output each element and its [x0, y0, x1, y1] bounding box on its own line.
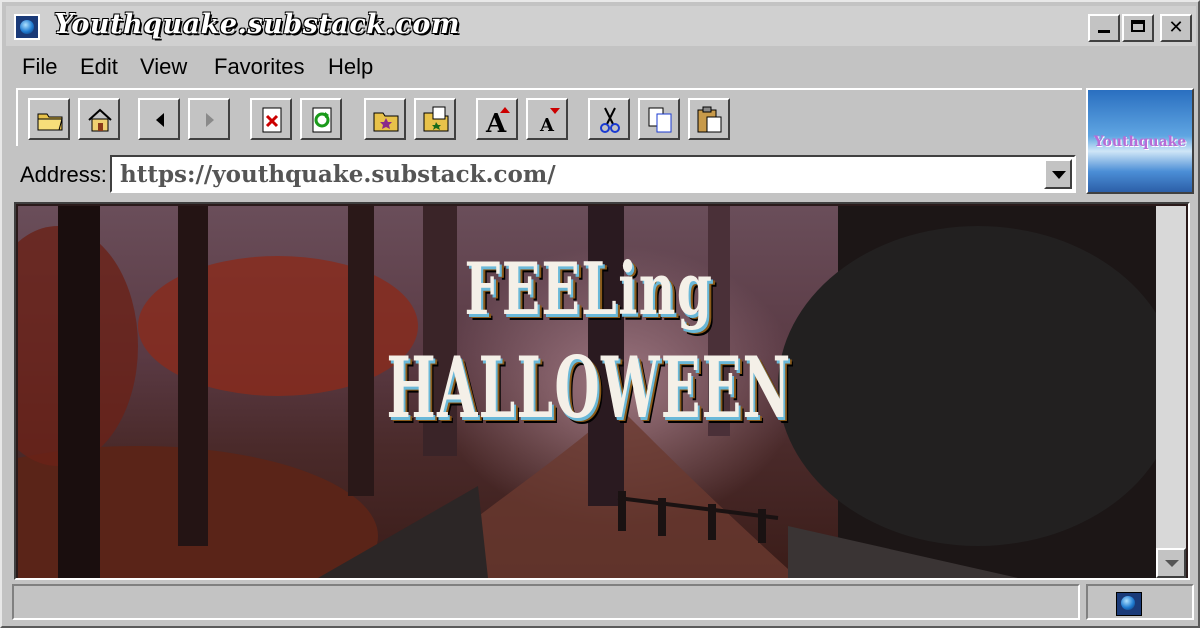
address-field[interactable]: https://youthquake.substack.com/ [110, 155, 1076, 193]
vertical-scrollbar[interactable] [1156, 206, 1186, 578]
open-folder-icon [37, 113, 63, 131]
copy-icon [648, 107, 672, 133]
refresh-icon [312, 107, 332, 133]
forward-button[interactable] [188, 98, 230, 140]
menu-file[interactable]: File [22, 54, 57, 80]
home-button[interactable] [78, 98, 120, 140]
close-button[interactable]: ✕ [1160, 14, 1192, 42]
home-icon [88, 108, 112, 132]
back-button[interactable] [138, 98, 180, 140]
headline-line-2: HALLOWEEN [386, 338, 792, 437]
paste-button[interactable] [688, 98, 730, 140]
status-bar [12, 584, 1080, 620]
open-button[interactable] [28, 98, 70, 140]
maximize-icon [1131, 20, 1145, 32]
globe-icon [14, 14, 40, 40]
scroll-down-button[interactable] [1156, 548, 1186, 578]
font-larger-icon: A [485, 107, 510, 135]
add-favorite-button[interactable] [414, 98, 456, 140]
menu-favorites[interactable]: Favorites [214, 54, 304, 80]
copy-button[interactable] [638, 98, 680, 140]
refresh-button[interactable] [300, 98, 342, 140]
browser-window: Youthquake.substack.com ✕ File Edit View… [0, 0, 1200, 628]
menu-bar: File Edit View Favorites Help [6, 50, 1196, 84]
font-smaller-button[interactable]: A [526, 98, 568, 140]
stop-button[interactable] [250, 98, 292, 140]
stop-icon [262, 107, 282, 133]
page-content: FEELing HALLOWEEN [14, 202, 1190, 580]
headline-line-1: FEELing [464, 246, 714, 331]
address-dropdown-button[interactable] [1044, 159, 1072, 189]
address-url[interactable]: https://youthquake.substack.com/ [120, 161, 556, 188]
favorites-folder-icon [373, 112, 399, 132]
minimize-button[interactable] [1088, 14, 1120, 42]
maximize-button[interactable] [1122, 14, 1154, 42]
address-label: Address: [20, 162, 107, 187]
brand-logo: Youthquake [1086, 88, 1194, 194]
halloween-forest-banner: FEELing HALLOWEEN [18, 206, 1160, 578]
paste-icon [697, 106, 722, 133]
internet-zone-icon [1116, 592, 1142, 616]
menu-help[interactable]: Help [328, 54, 373, 80]
font-larger-button[interactable]: A [476, 98, 518, 140]
toolbar: A A [16, 88, 1082, 146]
menu-edit[interactable]: Edit [80, 54, 118, 80]
close-icon: ✕ [1168, 17, 1184, 38]
logo-text: Youthquake [1093, 134, 1187, 150]
menu-view[interactable]: View [140, 54, 187, 80]
svg-text:A: A [539, 115, 555, 135]
add-favorite-icon [423, 106, 449, 132]
scissors-icon [600, 107, 620, 133]
window-title: Youthquake.substack.com [54, 9, 460, 40]
font-smaller-icon: A [539, 108, 560, 135]
forward-arrow-icon [206, 113, 214, 127]
cut-button[interactable] [588, 98, 630, 140]
back-arrow-icon [156, 113, 164, 127]
status-zone [1086, 584, 1194, 620]
title-bar: Youthquake.substack.com ✕ [6, 6, 1196, 46]
minimize-icon [1098, 30, 1110, 33]
favorites-button[interactable] [364, 98, 406, 140]
